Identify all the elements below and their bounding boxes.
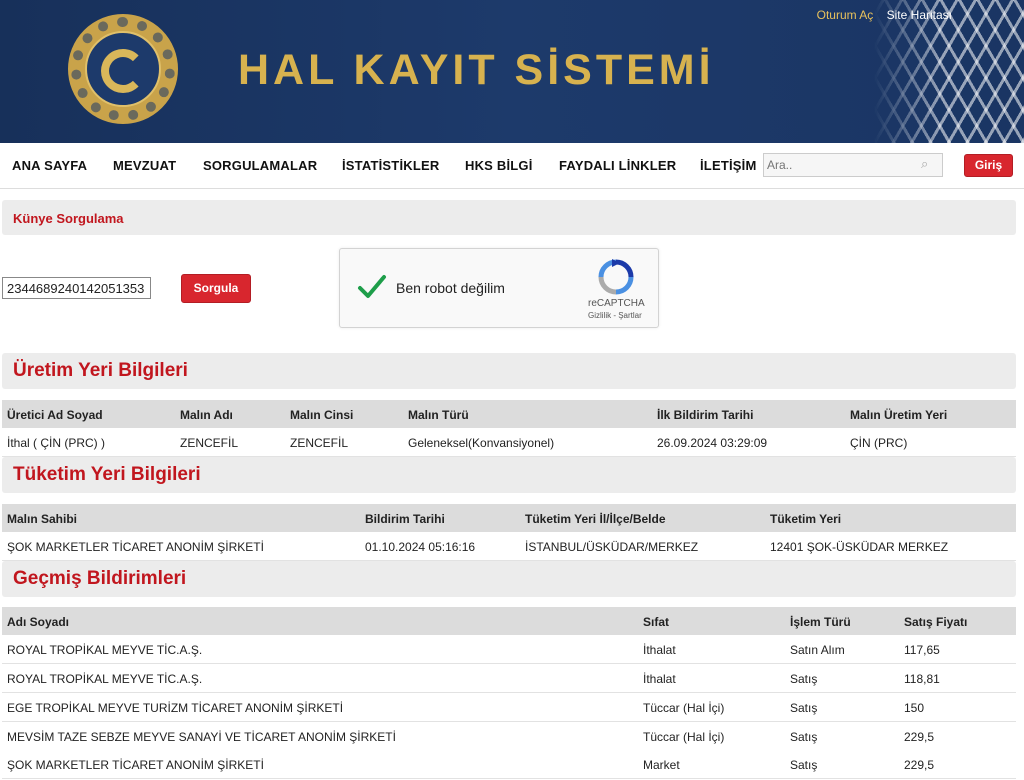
column-header: Malın Üretim Yeri [850,408,948,422]
recaptcha-widget: Ben robot değilim reCAPTCHA Gizlilik - Ş… [339,248,659,328]
table-cell: 26.09.2024 03:29:09 [657,436,768,450]
captcha-privacy-terms[interactable]: Gizlilik - Şartlar [588,311,642,320]
top-links: Oturum Aç Site Haritası [817,8,952,22]
table-cell: Satın Alım [790,643,845,657]
column-header: Malın Cinsi [290,408,354,422]
column-header: Bildirim Tarihi [365,512,445,526]
column-header: İlk Bildirim Tarihi [657,408,754,422]
table-row: ŞOK MARKETLER TİCARET ANONİM ŞİRKETİ Mar… [2,750,1016,779]
login-button[interactable]: Giriş [964,154,1013,177]
crescent-icon [101,49,145,93]
production-table-header: Üretici Ad Soyad Malın Adı Malın Cinsi M… [2,400,1016,428]
column-header: İşlem Türü [790,615,851,629]
nav-statistics[interactable]: İSTATİSTİKLER [342,158,439,173]
consumption-section-header: Tüketim Yeri Bilgileri [2,457,1016,493]
table-cell: Satış [790,672,818,686]
search-icon[interactable]: ⌕ [921,157,935,171]
nav-hks-info[interactable]: HKS BİLGİ [465,158,533,173]
column-header: Tüketim Yeri İl/İlçe/Belde [525,512,666,526]
table-cell: 229,5 [904,730,935,744]
ministry-seal-logo [68,14,178,124]
production-section-header: Üretim Yeri Bilgileri [2,353,1016,389]
table-cell: ZENCEFİL [180,436,239,450]
column-header: Sıfat [643,615,670,629]
query-button[interactable]: Sorgula [181,274,251,303]
column-header: Malın Adı [180,408,233,422]
table-cell: Tüccar (Hal İçi) [643,701,725,715]
table-row: EGE TROPİKAL MEYVE TURİZM TİCARET ANONİM… [2,693,1016,722]
history-table-header: Adı Soyadı Sıfat İşlem Türü Satış Fiyatı [2,607,1016,635]
recaptcha-logo-icon [598,259,634,295]
login-link[interactable]: Oturum Aç [817,8,874,22]
table-cell: 117,65 [904,643,940,657]
table-cell: Market [643,758,680,772]
history-section-header: Geçmiş Bildirimleri [2,561,1016,597]
table-cell: MEVSİM TAZE SEBZE MEYVE SANAYİ VE TİCARE… [7,730,396,744]
nav-home[interactable]: ANA SAYFA [12,158,87,173]
table-cell: ROYAL TROPİKAL MEYVE TİC.A.Ş. [7,643,203,657]
nav-contact[interactable]: İLETİŞİM [700,158,757,173]
table-cell: İthalat [643,643,676,657]
consumption-table-header: Malın Sahibi Bildirim Tarihi Tüketim Yer… [2,504,1016,532]
table-cell: Satış [790,701,818,715]
table-cell: Satış [790,758,818,772]
history-section-title: Geçmiş Bildirimleri [13,568,187,589]
table-row: MEVSİM TAZE SEBZE MEYVE SANAYİ VE TİCARE… [2,722,1016,751]
column-header: Satış Fiyatı [904,615,968,629]
nav-legislation[interactable]: MEVZUAT [113,158,176,173]
table-row: ROYAL TROPİKAL MEYVE TİC.A.Ş. İthalat Sa… [2,664,1016,693]
table-cell: 229,5 [904,758,935,772]
search-input[interactable] [763,153,943,177]
column-header: Üretici Ad Soyad [7,408,103,422]
kunye-number-input[interactable] [2,277,151,299]
table-cell: 01.10.2024 05:16:16 [365,540,476,554]
consumption-section-title: Tüketim Yeri Bilgileri [13,464,201,485]
table-row: ROYAL TROPİKAL MEYVE TİC.A.Ş. İthalat Sa… [2,635,1016,664]
table-cell: ÇİN (PRC) [850,436,908,450]
column-header: Malın Sahibi [7,512,78,526]
table-cell: 12401 ŞOK-ÜSKÜDAR MERKEZ [770,540,949,554]
table-row: İthal ( ÇİN (PRC) ) ZENCEFİL ZENCEFİL Ge… [2,428,1016,457]
production-section-title: Üretim Yeri Bilgileri [13,360,188,381]
table-cell: ROYAL TROPİKAL MEYVE TİC.A.Ş. [7,672,203,686]
column-header: Tüketim Yeri [770,512,842,526]
table-cell: EGE TROPİKAL MEYVE TURİZM TİCARET ANONİM… [7,701,344,715]
table-cell: İSTANBUL/ÜSKÜDAR/MERKEZ [525,540,699,554]
table-cell: 118,81 [904,672,940,686]
kunye-header: Künye Sorgulama [2,200,1016,235]
table-cell: 150 [904,701,925,715]
nav-useful-links[interactable]: FAYDALI LİNKLER [559,158,676,173]
site-title: HAL KAYIT SİSTEMİ [238,46,715,94]
nav-queries[interactable]: SORGULAMALAR [203,158,317,173]
table-row: ŞOK MARKETLER TİCARET ANONİM ŞİRKETİ 01.… [2,532,1016,561]
table-cell: Satış [790,730,818,744]
checkmark-icon[interactable] [356,271,388,303]
table-cell: Tüccar (Hal İçi) [643,730,725,744]
table-cell: ŞOK MARKETLER TİCARET ANONİM ŞİRKETİ [7,540,264,554]
table-cell: İthalat [643,672,676,686]
captcha-brand: reCAPTCHA [588,298,645,309]
table-cell: Geleneksel(Konvansiyonel) [408,436,555,450]
kunye-title: Künye Sorgulama [13,211,124,226]
table-cell: ŞOK MARKETLER TİCARET ANONİM ŞİRKETİ [7,758,264,772]
column-header: Adı Soyadı [7,615,70,629]
sitemap-link[interactable]: Site Haritası [887,8,952,22]
header-banner: HAL KAYIT SİSTEMİ Oturum Aç Site Haritas… [0,0,1024,143]
table-cell: İthal ( ÇİN (PRC) ) [7,436,106,450]
captcha-label: Ben robot değilim [396,280,505,296]
column-header: Malın Türü [408,408,469,422]
table-cell: ZENCEFİL [290,436,349,450]
